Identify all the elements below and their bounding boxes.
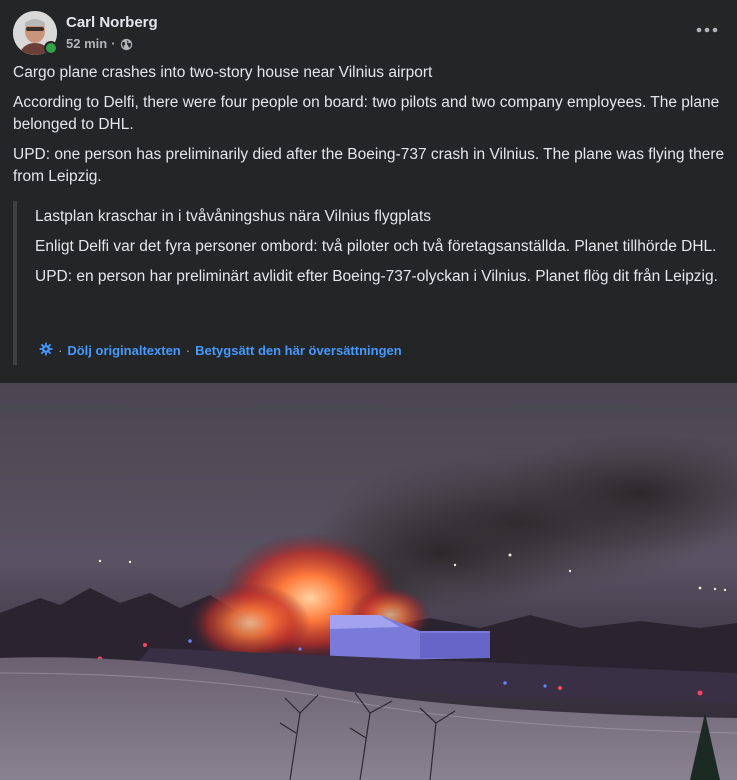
post-paragraph: According to Delfi, there were four peop… — [13, 94, 720, 133]
original-paragraph: Enligt Delfi var det fyra personer ombor… — [35, 238, 717, 255]
crash-scene-image — [0, 383, 737, 780]
facebook-post: Carl Norberg 52 min · Cargo plane crashe… — [0, 0, 737, 780]
gear-icon[interactable] — [39, 342, 53, 359]
author-name[interactable]: Carl Norberg — [66, 13, 158, 33]
globe-icon[interactable] — [120, 38, 133, 51]
link-separator: · — [185, 343, 191, 358]
author-block: Carl Norberg 52 min · — [66, 13, 158, 53]
post-photo[interactable] — [0, 383, 737, 780]
translation-links: · Dölj originaltexten · Betygsätt den hä… — [39, 342, 402, 359]
post-meta: 52 min · — [66, 35, 158, 53]
link-separator: · — [58, 343, 63, 358]
post-text: Cargo plane crashes into two-story house… — [13, 62, 725, 196]
post-header: Carl Norberg 52 min · — [13, 11, 158, 55]
meta-separator: · — [111, 36, 116, 51]
original-text-quote: Lastplan kraschar in i tvåvåningshus när… — [13, 201, 725, 365]
original-headline: Lastplan kraschar in i tvåvåningshus när… — [35, 208, 432, 225]
avatar[interactable] — [13, 11, 58, 55]
post-timestamp[interactable]: 52 min — [66, 35, 107, 53]
post-headline: Cargo plane crashes into two-story house… — [13, 64, 433, 81]
rate-translation-link[interactable]: Betygsätt den här översättningen — [195, 343, 402, 358]
hide-original-link[interactable]: Dölj originaltexten — [67, 343, 180, 358]
more-options-icon[interactable] — [695, 20, 719, 40]
post-paragraph: UPD: one person has preliminarily died a… — [13, 146, 725, 185]
original-paragraph: UPD: en person har preliminärt avlidit e… — [35, 268, 718, 285]
online-status-indicator — [44, 41, 58, 55]
